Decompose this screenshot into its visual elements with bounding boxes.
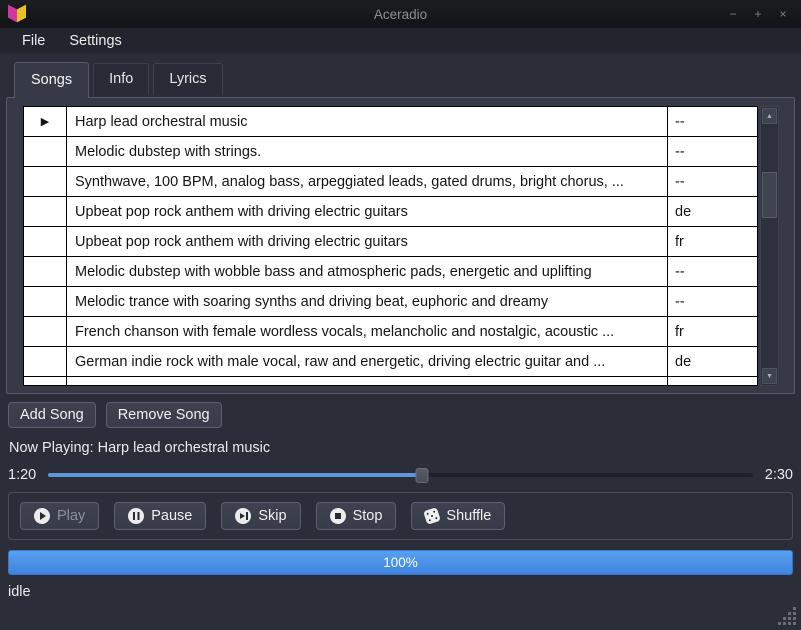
logo-left-shape xyxy=(8,5,17,23)
skip-button[interactable]: Skip xyxy=(221,502,300,530)
table-row[interactable]: Synthwave, 100 BPM, analog bass, arpeggi… xyxy=(24,167,757,197)
song-title-cell: Melodic dubstep with strings. xyxy=(67,137,667,166)
pause-button[interactable]: Pause xyxy=(114,502,206,530)
songs-table: ▶ Harp lead orchestral music -- Melodic … xyxy=(23,106,758,386)
song-title-cell: Melodic trance with soaring synths and d… xyxy=(67,287,667,316)
remove-song-button[interactable]: Remove Song xyxy=(106,402,222,428)
dice-icon xyxy=(424,507,442,525)
play-button[interactable]: Play xyxy=(20,502,99,530)
table-row[interactable]: Upbeat pop rock anthem with driving elec… xyxy=(24,227,757,257)
play-circle-icon xyxy=(34,508,50,524)
window-title: Aceradio xyxy=(0,7,801,22)
seek-row: 1:20 2:30 xyxy=(8,467,793,483)
table-row[interactable]: Melodic dubstep with wobble bass and atm… xyxy=(24,257,757,287)
tab-bar: Songs Info Lyrics xyxy=(0,60,801,97)
table-row[interactable]: German indie rock with male vocal, raw a… xyxy=(24,347,757,377)
tab-lyrics[interactable]: Lyrics xyxy=(153,63,222,95)
seek-slider[interactable] xyxy=(48,467,753,483)
menu-settings[interactable]: Settings xyxy=(57,30,133,52)
progress-bar: 100% xyxy=(8,550,793,575)
playing-indicator xyxy=(24,167,67,196)
song-title-cell xyxy=(67,377,667,386)
skip-circle-icon xyxy=(235,508,251,524)
minimize-button[interactable]: − xyxy=(725,6,741,22)
playback-controls-frame: Play Pause Skip Stop Shuffle xyxy=(8,492,793,540)
menu-file[interactable]: File xyxy=(10,30,57,52)
app-logo-icon xyxy=(5,4,29,24)
slider-thumb[interactable] xyxy=(415,468,428,483)
stop-button[interactable]: Stop xyxy=(316,502,397,530)
play-label: Play xyxy=(57,508,85,524)
duration-label: 2:30 xyxy=(765,467,793,483)
song-lang-cell: de xyxy=(667,347,757,376)
resize-grip-icon[interactable] xyxy=(793,622,796,625)
now-playing-label: Now Playing: Harp lead orchestral music xyxy=(9,440,801,456)
table-row[interactable]: French chanson with female wordless voca… xyxy=(24,317,757,347)
status-label: idle xyxy=(8,584,801,600)
song-title-cell: German indie rock with male vocal, raw a… xyxy=(67,347,667,376)
shuffle-label: Shuffle xyxy=(446,508,491,524)
song-lang-cell: de xyxy=(667,197,757,226)
song-title-cell: Upbeat pop rock anthem with driving elec… xyxy=(67,197,667,226)
song-title-cell: Synthwave, 100 BPM, analog bass, arpeggi… xyxy=(67,167,667,196)
shuffle-button[interactable]: Shuffle xyxy=(411,502,505,530)
playing-indicator: ▶ xyxy=(24,107,67,136)
song-lang-cell: -- xyxy=(667,137,757,166)
table-row[interactable]: Melodic dubstep with strings. -- xyxy=(24,137,757,167)
playing-indicator xyxy=(24,317,67,346)
scroll-up-arrow-icon[interactable]: ▲ xyxy=(762,108,777,124)
song-lang-cell: -- xyxy=(667,257,757,286)
playing-indicator xyxy=(24,287,67,316)
stop-label: Stop xyxy=(353,508,383,524)
elapsed-time-label: 1:20 xyxy=(8,467,36,483)
menubar: File Settings xyxy=(0,28,801,54)
song-buttons-row: Add Song Remove Song xyxy=(8,402,801,428)
stop-circle-icon xyxy=(330,508,346,524)
song-title-cell: Upbeat pop rock anthem with driving elec… xyxy=(67,227,667,256)
logo-right-shape xyxy=(17,5,26,23)
song-lang-cell: fr xyxy=(667,317,757,346)
add-song-button[interactable]: Add Song xyxy=(8,402,96,428)
songs-table-area: ▶ Harp lead orchestral music -- Melodic … xyxy=(23,106,794,386)
song-lang-cell: fr xyxy=(667,227,757,256)
songs-tab-pane: ▶ Harp lead orchestral music -- Melodic … xyxy=(6,97,795,394)
maximize-button[interactable]: + xyxy=(750,6,766,22)
playing-indicator xyxy=(24,377,67,386)
slider-fill xyxy=(48,473,421,477)
table-row-partial xyxy=(24,377,757,386)
playing-indicator xyxy=(24,347,67,376)
close-button[interactable]: × xyxy=(775,6,791,22)
scrollbar-thumb[interactable] xyxy=(762,172,777,218)
tab-info[interactable]: Info xyxy=(93,63,149,95)
pause-label: Pause xyxy=(151,508,192,524)
tab-songs[interactable]: Songs xyxy=(14,62,89,98)
playing-indicator xyxy=(24,197,67,226)
scroll-down-arrow-icon[interactable]: ▼ xyxy=(762,368,777,384)
song-lang-cell: -- xyxy=(667,167,757,196)
window-controls: − + × xyxy=(725,6,801,22)
song-lang-cell: -- xyxy=(667,287,757,316)
table-row[interactable]: Melodic trance with soaring synths and d… xyxy=(24,287,757,317)
playing-indicator xyxy=(24,257,67,286)
progress-percent-label: 100% xyxy=(8,550,793,575)
song-title-cell: Melodic dubstep with wobble bass and atm… xyxy=(67,257,667,286)
playing-indicator xyxy=(24,137,67,166)
song-title-cell: French chanson with female wordless voca… xyxy=(67,317,667,346)
pause-circle-icon xyxy=(128,508,144,524)
vertical-scrollbar[interactable]: ▲ ▼ xyxy=(760,106,779,386)
skip-label: Skip xyxy=(258,508,286,524)
song-title-cell: Harp lead orchestral music xyxy=(67,107,667,136)
table-row[interactable]: Upbeat pop rock anthem with driving elec… xyxy=(24,197,757,227)
playing-indicator xyxy=(24,227,67,256)
table-row[interactable]: ▶ Harp lead orchestral music -- xyxy=(24,107,757,137)
titlebar: Aceradio − + × xyxy=(0,0,801,28)
song-lang-cell: -- xyxy=(667,107,757,136)
song-lang-cell xyxy=(667,377,757,386)
